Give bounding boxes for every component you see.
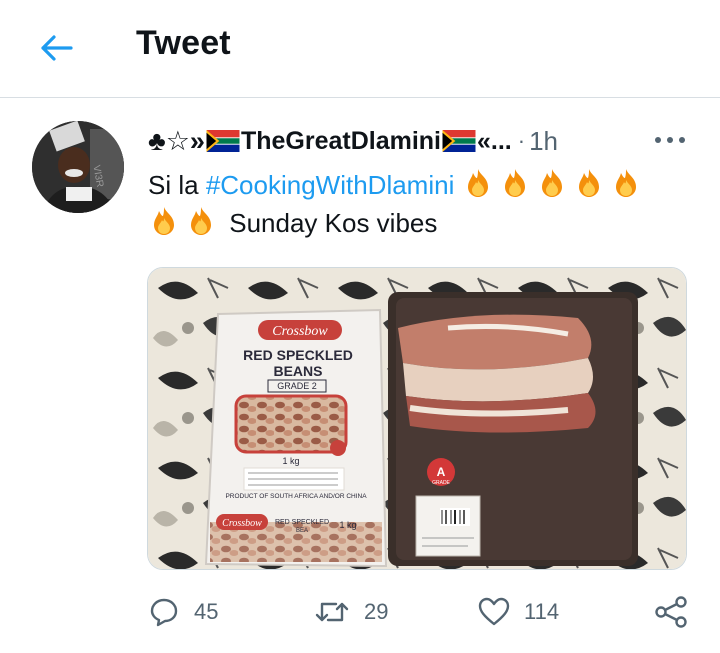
svg-text:BEA: BEA: [296, 528, 308, 534]
author-display-name[interactable]: ♣☆» TheGreatDlamini «...: [148, 127, 512, 156]
svg-text:Crossbow: Crossbow: [222, 518, 262, 529]
fire-emoji-icon: [148, 205, 180, 237]
retweet-icon: [315, 602, 349, 622]
fire-emoji-icon: [185, 205, 217, 237]
top-app-bar: Tweet: [0, 0, 720, 98]
south-africa-flag-icon: [442, 130, 476, 152]
fire-emoji-group: [462, 167, 647, 200]
tweet-actions-bar: 45 29 114: [148, 592, 693, 632]
retweet-button[interactable]: 29: [314, 592, 388, 632]
svg-text:BEANS: BEANS: [273, 363, 322, 379]
more-options-button[interactable]: [650, 124, 690, 156]
beans-and-meat-photo: Crossbow RED SPECKLED BEANS GRADE 2 1 kg…: [148, 268, 686, 569]
svg-text:1 kg: 1 kg: [282, 456, 299, 466]
fire-emoji-icon: [499, 167, 531, 199]
name-symbols-suffix: «...: [477, 126, 512, 155]
avatar[interactable]: VI3R: [32, 121, 124, 213]
tweet-media-image[interactable]: Crossbow RED SPECKLED BEANS GRADE 2 1 kg…: [147, 267, 687, 570]
fire-emoji-icon: [573, 167, 605, 199]
tweet-text-intro: Si la: [148, 170, 206, 200]
avatar-image: VI3R: [32, 121, 124, 213]
tweet-time[interactable]: 1h: [529, 126, 558, 157]
back-button[interactable]: [36, 30, 76, 66]
retweet-count: 29: [364, 599, 389, 624]
like-button[interactable]: 114: [478, 592, 559, 632]
svg-text:1 kg: 1 kg: [339, 520, 356, 530]
separator: ·: [517, 128, 526, 153]
reply-count: 45: [194, 599, 219, 624]
fire-emoji-icon: [462, 167, 494, 199]
svg-text:RED SPECKLED: RED SPECKLED: [275, 519, 329, 526]
arrow-left-icon: [41, 35, 73, 61]
hashtag-link[interactable]: #CookingWithDlamini: [206, 170, 455, 200]
tweet-text: Si la #CookingWithDlamini Sunday Kos vib…: [148, 166, 688, 242]
reply-icon: [150, 598, 178, 627]
page-title: Tweet: [136, 24, 231, 62]
reply-button[interactable]: 45: [148, 592, 218, 632]
share-button[interactable]: [654, 592, 688, 632]
like-count: 114: [524, 599, 560, 624]
svg-text:GRADE: GRADE: [432, 480, 450, 486]
svg-text:GRADE 2: GRADE 2: [277, 381, 317, 391]
svg-text:A: A: [437, 465, 446, 479]
south-africa-flag-icon: [206, 130, 240, 152]
author-name-text: TheGreatDlamini: [240, 126, 442, 155]
fire-emoji-icon: [610, 167, 642, 199]
fire-emoji-group: [148, 205, 229, 238]
svg-text:Crossbow: Crossbow: [272, 324, 328, 339]
svg-text:PRODUCT OF SOUTH AFRICA AND/OR: PRODUCT OF SOUTH AFRICA AND/OR CHINA: [225, 493, 367, 500]
more-dots-icon: [655, 137, 685, 143]
share-icon: [655, 596, 687, 628]
tweet-author-row: ♣☆» TheGreatDlamini «... · 1h: [148, 123, 688, 159]
svg-text:RED SPECKLED: RED SPECKLED: [243, 347, 353, 363]
fire-emoji-icon: [536, 167, 568, 199]
tweet-text-outro: Sunday Kos vibes: [229, 208, 438, 238]
name-symbols: ♣☆»: [148, 126, 205, 156]
heart-icon: [478, 597, 510, 626]
